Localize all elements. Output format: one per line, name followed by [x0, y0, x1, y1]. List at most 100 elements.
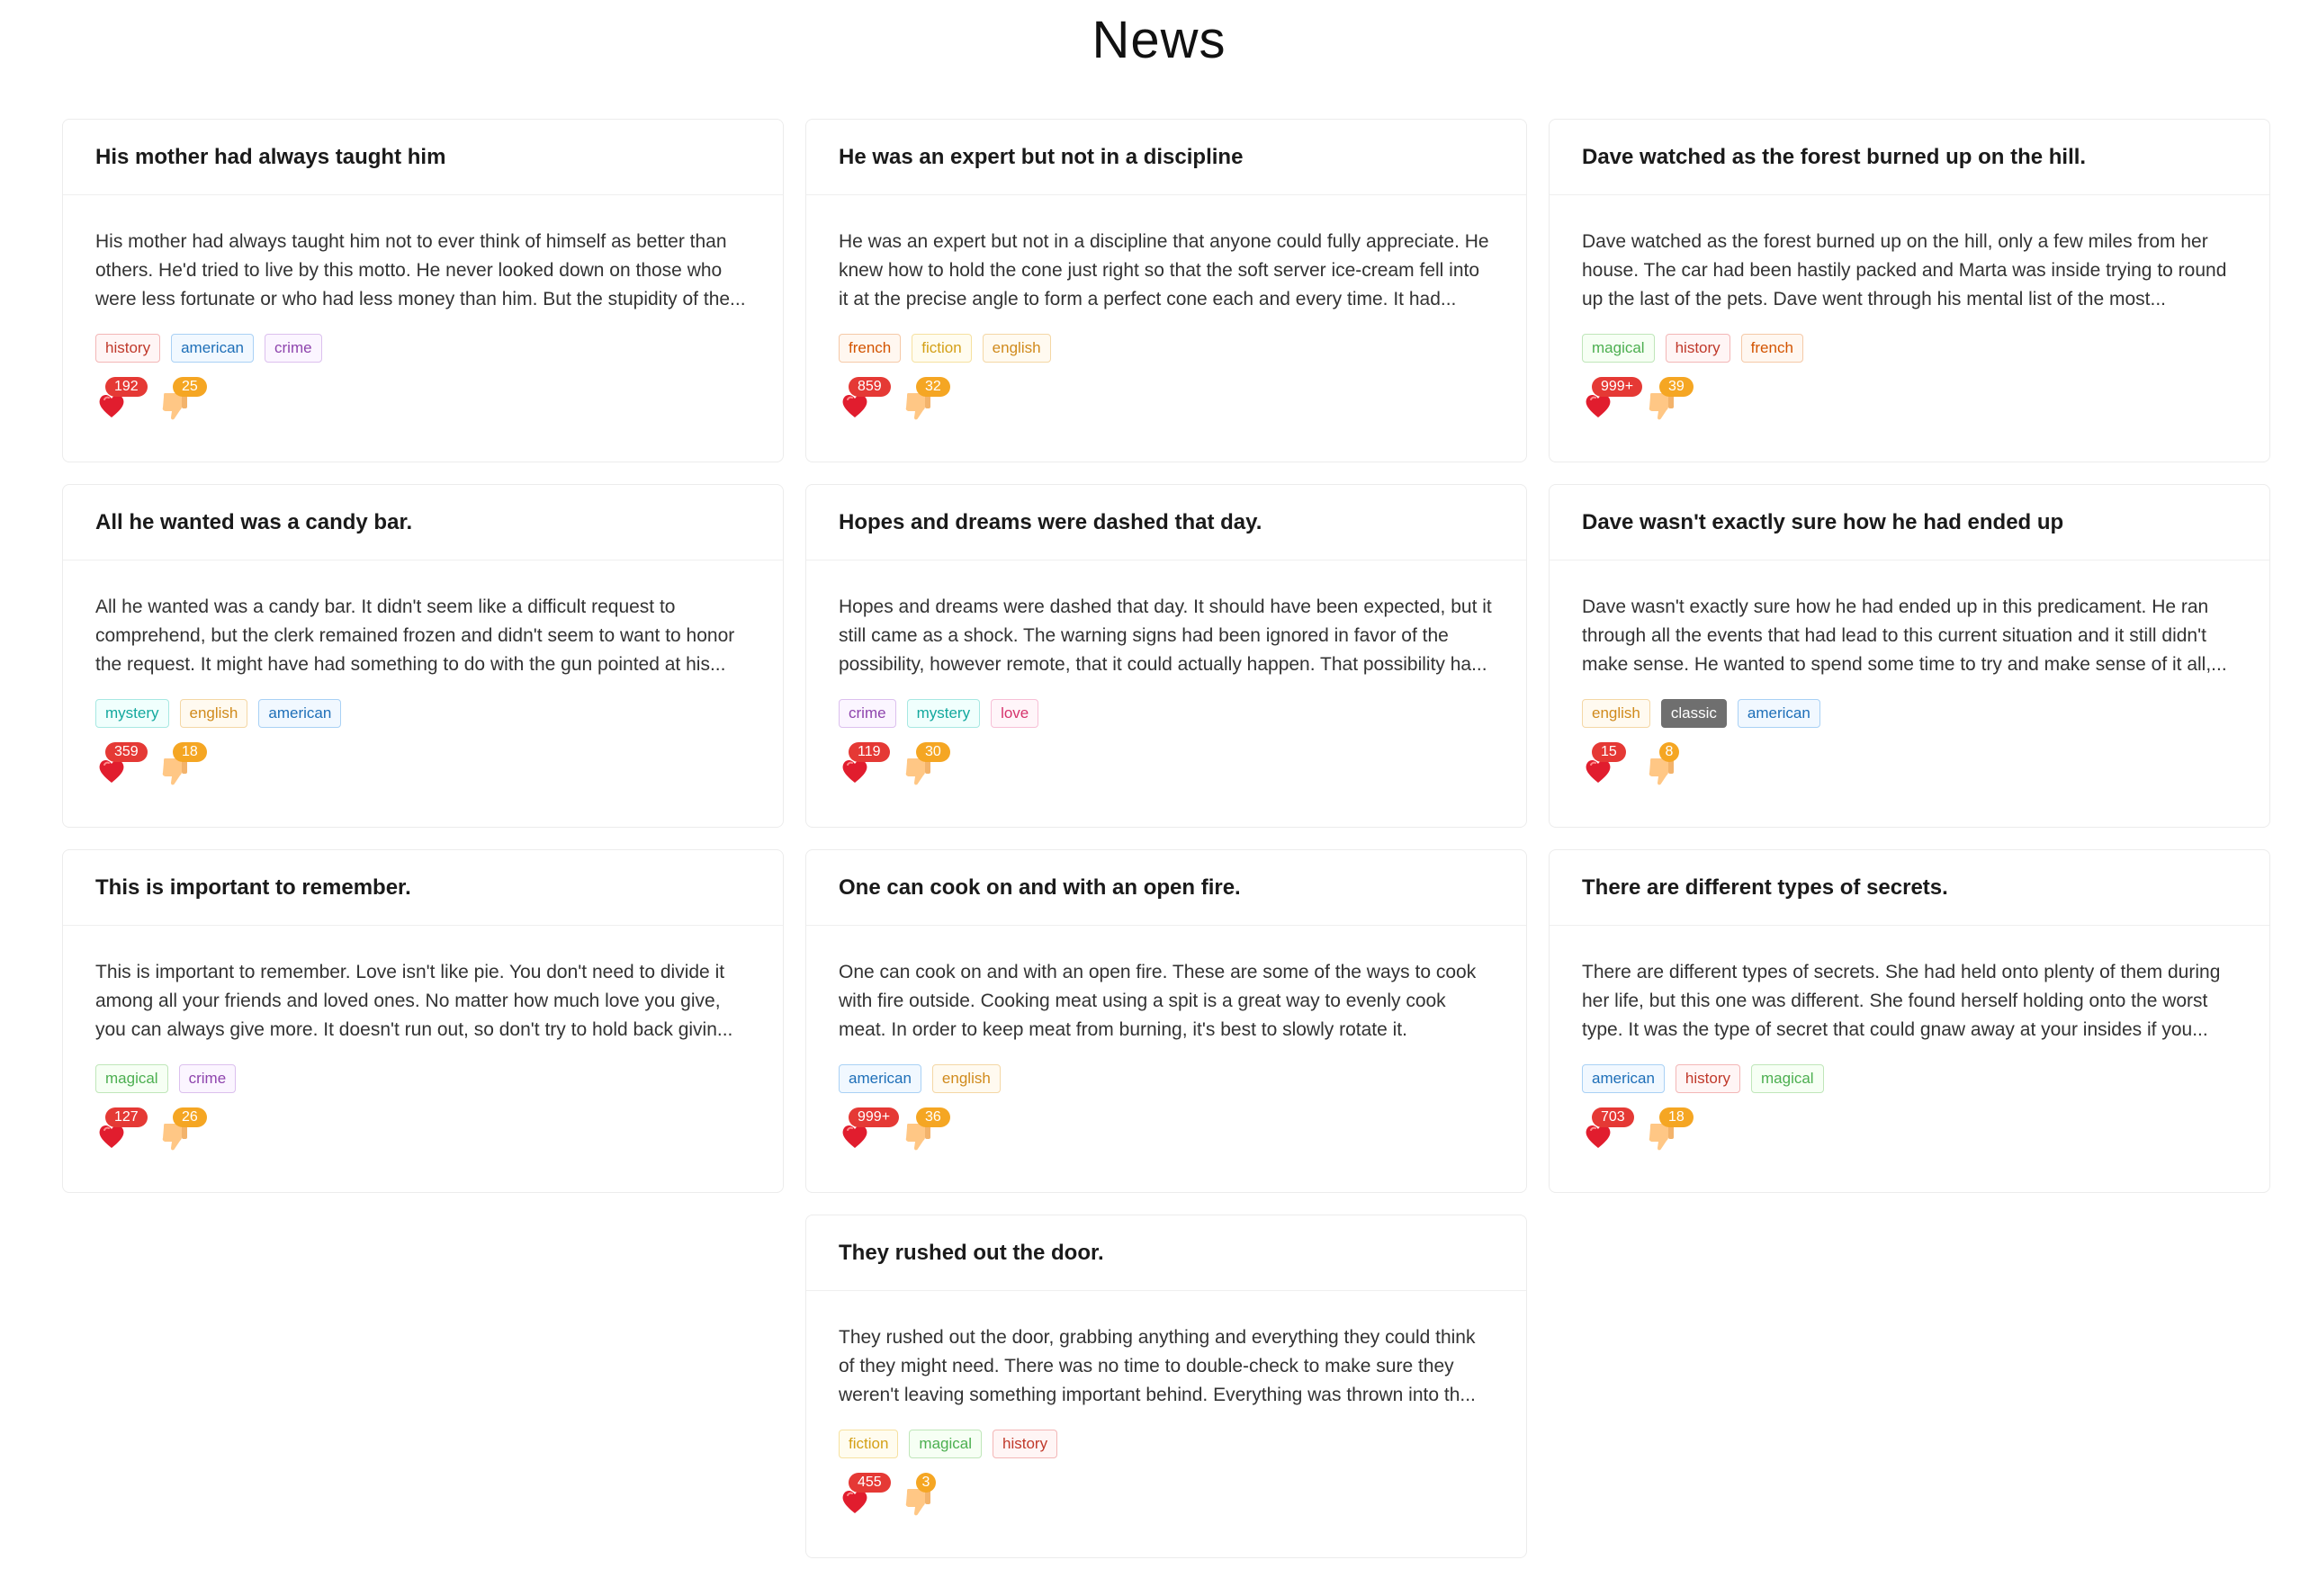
reactions: 455 3 — [839, 1473, 1494, 1527]
dislikes-count-badge: 36 — [916, 1107, 950, 1127]
likes-count-badge: 999+ — [1592, 377, 1643, 397]
reactions: 999+ 39 — [1582, 377, 2237, 431]
tag-list: crime mystery love — [839, 699, 1494, 728]
card-body: There are different types of secrets. Sh… — [1550, 926, 2269, 1161]
tag-classic[interactable]: classic — [1660, 699, 1727, 728]
card-body: Dave wasn't exactly sure how he had ende… — [1550, 560, 2269, 796]
tag-fiction[interactable]: fiction — [912, 334, 972, 363]
news-card[interactable]: One can cook on and with an open fire. O… — [805, 849, 1527, 1193]
card-excerpt: Dave watched as the forest burned up on … — [1582, 231, 2227, 309]
card-excerpt: His mother had always taught him not to … — [95, 231, 746, 309]
tag-french[interactable]: french — [839, 334, 902, 363]
dislikes-count-badge: 26 — [173, 1107, 207, 1127]
news-card[interactable]: All he wanted was a candy bar. All he wa… — [62, 484, 784, 828]
likes-count-badge: 999+ — [849, 1107, 900, 1127]
card-body: He was an expert but not in a discipline… — [806, 195, 1526, 431]
tag-list: magical crime — [95, 1064, 750, 1093]
card-excerpt: All he wanted was a candy bar. It didn't… — [95, 596, 735, 675]
tag-english[interactable]: english — [1582, 699, 1650, 728]
card-title[interactable]: His mother had always taught him — [63, 120, 783, 195]
card-body: They rushed out the door, grabbing anyth… — [806, 1291, 1526, 1527]
tag-magical[interactable]: magical — [909, 1430, 983, 1458]
card-body: All he wanted was a candy bar. It didn't… — [63, 560, 783, 796]
news-card[interactable]: Dave wasn't exactly sure how he had ende… — [1549, 484, 2270, 828]
card-title[interactable]: They rushed out the door. — [806, 1215, 1526, 1291]
news-card[interactable]: There are different types of secrets. Th… — [1549, 849, 2270, 1193]
tag-fiction[interactable]: fiction — [839, 1430, 899, 1458]
likes-count-badge: 15 — [1592, 742, 1626, 762]
likes-count-badge: 859 — [849, 377, 891, 397]
tag-american[interactable]: american — [1737, 699, 1820, 728]
tag-mystery[interactable]: mystery — [95, 699, 169, 728]
card-title[interactable]: This is important to remember. — [63, 850, 783, 926]
page-title: News — [1092, 11, 1226, 69]
card-body: Dave watched as the forest burned up on … — [1550, 195, 2269, 431]
tag-history[interactable]: history — [1675, 1064, 1740, 1093]
tag-french[interactable]: french — [1740, 334, 1803, 363]
card-title[interactable]: Dave wasn't exactly sure how he had ende… — [1550, 485, 2269, 560]
card-body: This is important to remember. Love isn'… — [63, 926, 783, 1161]
reactions: 999+ 36 — [839, 1107, 1494, 1161]
reactions: 192 25 — [95, 377, 750, 431]
tag-list: magical history french — [1582, 334, 2237, 363]
tag-american[interactable]: american — [258, 699, 342, 728]
likes-count-badge: 455 — [849, 1473, 891, 1493]
tag-history[interactable]: history — [993, 1430, 1058, 1458]
tag-english[interactable]: english — [179, 699, 248, 728]
news-card[interactable]: This is important to remember. This is i… — [62, 849, 784, 1193]
card-title[interactable]: All he wanted was a candy bar. — [63, 485, 783, 560]
card-excerpt: He was an expert but not in a discipline… — [839, 231, 1489, 309]
tag-list: american english — [839, 1064, 1494, 1093]
dislikes-count-badge: 3 — [916, 1473, 936, 1493]
dislikes-count-badge: 30 — [916, 742, 950, 762]
likes-count-badge: 703 — [1592, 1107, 1634, 1127]
dislikes-count-badge: 8 — [1659, 742, 1679, 762]
tag-crime[interactable]: crime — [178, 1064, 237, 1093]
likes-count-badge: 127 — [105, 1107, 148, 1127]
news-card[interactable]: They rushed out the door. They rushed ou… — [805, 1215, 1527, 1558]
card-excerpt: Hopes and dreams were dashed that day. I… — [839, 596, 1492, 675]
tag-list: fiction magical history — [839, 1430, 1494, 1458]
card-title[interactable]: Dave watched as the forest burned up on … — [1550, 120, 2269, 195]
tag-magical[interactable]: magical — [1751, 1064, 1824, 1093]
news-card[interactable]: Hopes and dreams were dashed that day. H… — [805, 484, 1527, 828]
card-excerpt: There are different types of secrets. Sh… — [1582, 962, 2221, 1040]
card-excerpt: One can cook on and with an open fire. T… — [839, 962, 1477, 1040]
card-title[interactable]: One can cook on and with an open fire. — [806, 850, 1526, 926]
card-title[interactable]: He was an expert but not in a discipline — [806, 120, 1526, 195]
dislikes-count-badge: 25 — [173, 377, 207, 397]
reactions: 119 30 — [839, 742, 1494, 796]
card-body: One can cook on and with an open fire. T… — [806, 926, 1526, 1161]
tag-english[interactable]: english — [982, 334, 1051, 363]
tag-american[interactable]: american — [171, 334, 254, 363]
tag-list: american history magical — [1582, 1064, 2237, 1093]
news-card[interactable]: He was an expert but not in a discipline… — [805, 119, 1527, 462]
card-excerpt: Dave wasn't exactly sure how he had ende… — [1582, 596, 2227, 675]
likes-count-badge: 359 — [105, 742, 148, 762]
news-grid: His mother had always taught him His mot… — [62, 119, 2270, 1558]
tag-history[interactable]: history — [1665, 334, 1730, 363]
tag-love[interactable]: love — [991, 699, 1039, 728]
reactions: 127 26 — [95, 1107, 750, 1161]
reactions: 703 18 — [1582, 1107, 2237, 1161]
tag-american[interactable]: american — [1582, 1064, 1665, 1093]
reactions: 859 32 — [839, 377, 1494, 431]
tag-crime[interactable]: crime — [265, 334, 322, 363]
tag-american[interactable]: american — [839, 1064, 921, 1093]
tag-magical[interactable]: magical — [95, 1064, 168, 1093]
news-card[interactable]: His mother had always taught him His mot… — [62, 119, 784, 462]
card-body: Hopes and dreams were dashed that day. I… — [806, 560, 1526, 796]
dislikes-count-badge: 18 — [1659, 1107, 1694, 1127]
tag-crime[interactable]: crime — [839, 699, 896, 728]
tag-mystery[interactable]: mystery — [906, 699, 981, 728]
dislikes-count-badge: 32 — [916, 377, 950, 397]
tag-history[interactable]: history — [95, 334, 161, 363]
card-title[interactable]: There are different types of secrets. — [1550, 850, 2269, 926]
tag-list: history american crime — [95, 334, 750, 363]
tag-english[interactable]: english — [931, 1064, 1001, 1093]
tag-list: mystery english american — [95, 699, 750, 728]
tag-list: english classic american — [1582, 699, 2237, 728]
news-card[interactable]: Dave watched as the forest burned up on … — [1549, 119, 2270, 462]
tag-magical[interactable]: magical — [1582, 334, 1655, 363]
card-title[interactable]: Hopes and dreams were dashed that day. — [806, 485, 1526, 560]
